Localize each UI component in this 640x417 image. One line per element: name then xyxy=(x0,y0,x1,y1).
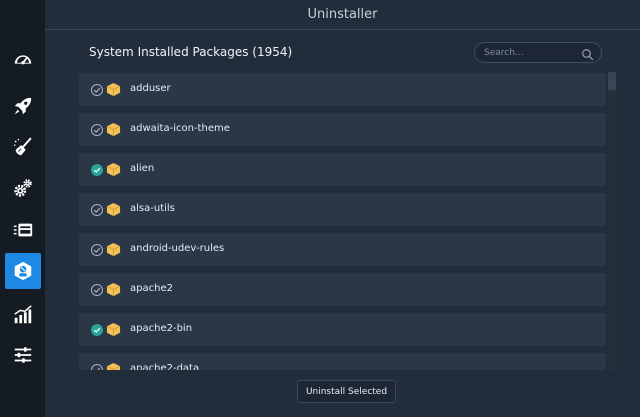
sidebar xyxy=(0,0,45,417)
window-title: Uninstaller xyxy=(307,7,378,22)
search-icon[interactable] xyxy=(581,46,594,61)
gears-icon xyxy=(12,177,34,199)
sidebar-item-processes[interactable] xyxy=(5,212,41,248)
rocket-icon xyxy=(12,95,34,117)
package-icon xyxy=(106,322,121,337)
checked-icon[interactable] xyxy=(91,324,103,336)
package-icon xyxy=(106,162,121,177)
title-bar: Uninstaller xyxy=(45,0,640,30)
sidebar-item-services[interactable] xyxy=(5,170,41,206)
package-name: adduser xyxy=(130,83,171,94)
package-name: apache2 xyxy=(130,283,173,294)
sidebar-item-resources[interactable] xyxy=(5,297,41,333)
scrollbar-thumb[interactable] xyxy=(608,72,616,90)
unchecked-icon[interactable] xyxy=(91,204,103,216)
unchecked-icon[interactable] xyxy=(91,284,103,296)
unchecked-icon[interactable] xyxy=(91,84,103,96)
package-row[interactable]: adduser xyxy=(79,73,606,106)
sidebar-item-dashboard[interactable] xyxy=(5,42,41,78)
package-icon xyxy=(106,122,121,137)
packages-heading: System Installed Packages (1954) xyxy=(89,45,293,59)
unchecked-icon[interactable] xyxy=(91,244,103,256)
package-name: android-udev-rules xyxy=(130,243,225,254)
package-row[interactable]: apache2-bin xyxy=(79,313,606,346)
package-row[interactable]: apache2-data xyxy=(79,353,606,370)
sidebar-item-uninstaller[interactable] xyxy=(5,253,41,289)
search-box xyxy=(474,42,602,63)
package-row[interactable]: android-udev-rules xyxy=(79,233,606,266)
package-name: adwaita-icon-theme xyxy=(130,123,230,134)
sliders-icon xyxy=(12,344,34,366)
checked-icon[interactable] xyxy=(91,164,103,176)
package-row[interactable]: adwaita-icon-theme xyxy=(79,113,606,146)
scrollbar[interactable] xyxy=(608,72,616,370)
package-name: apache2-bin xyxy=(130,323,193,334)
package-uninstall-icon xyxy=(12,260,34,282)
sidebar-item-settings[interactable] xyxy=(5,337,41,373)
uninstall-selected-button[interactable]: Uninstall Selected xyxy=(297,380,396,403)
package-icon xyxy=(106,202,121,217)
processes-icon xyxy=(12,219,34,241)
package-list: adduser adwaita-icon-theme alien alsa-utils… xyxy=(79,73,606,370)
search-input[interactable] xyxy=(484,45,576,60)
sidebar-item-system-cleaner[interactable] xyxy=(5,129,41,165)
package-icon xyxy=(106,282,121,297)
unchecked-icon[interactable] xyxy=(91,364,103,370)
package-row[interactable]: alien xyxy=(79,153,606,186)
bar-chart-icon xyxy=(12,304,34,326)
package-row[interactable]: alsa-utils xyxy=(79,193,606,226)
broom-icon xyxy=(12,136,34,158)
speedometer-icon xyxy=(12,49,34,71)
main-panel: Uninstaller System Installed Packages (1… xyxy=(45,0,640,417)
package-name: alien xyxy=(130,163,155,174)
package-name: apache2-data xyxy=(130,363,200,370)
package-name: alsa-utils xyxy=(130,203,175,214)
sidebar-item-startup-apps[interactable] xyxy=(5,88,41,124)
package-icon xyxy=(106,362,121,370)
package-icon xyxy=(106,242,121,257)
package-icon xyxy=(106,82,121,97)
unchecked-icon[interactable] xyxy=(91,124,103,136)
package-row[interactable]: apache2 xyxy=(79,273,606,306)
